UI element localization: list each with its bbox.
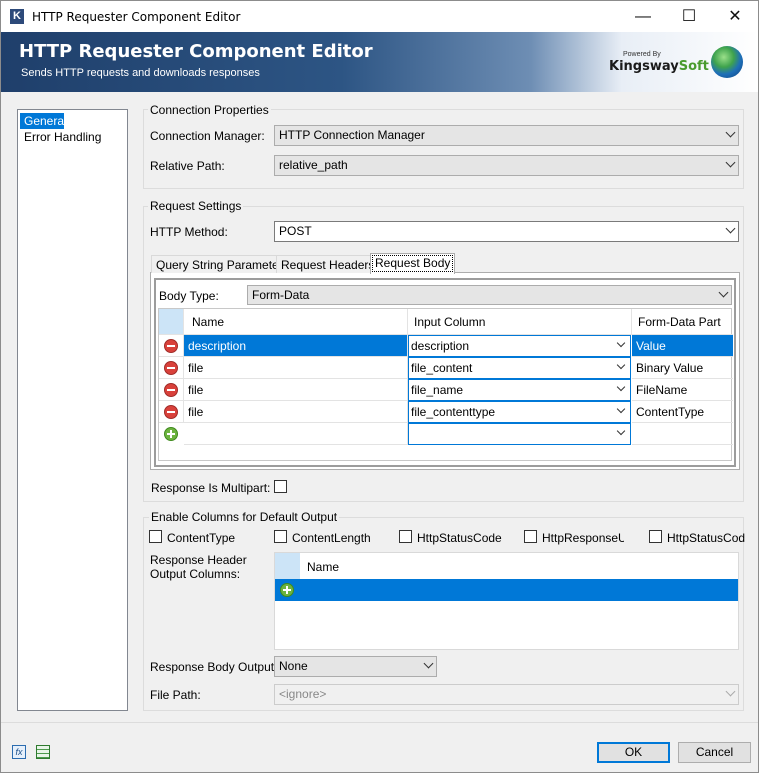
- grid-input-column-select-new[interactable]: [408, 423, 631, 445]
- window-title: HTTP Requester Component Editor: [32, 10, 241, 24]
- tab-request-headers[interactable]: Request Headers: [276, 255, 380, 273]
- file-path-label: File Path:: [150, 688, 201, 702]
- chevron-down-icon: [725, 686, 736, 697]
- minimize-button[interactable]: —: [620, 1, 666, 32]
- grid-cell-form-data-part[interactable]: FileName: [632, 379, 733, 401]
- sidebar-item-error-handling[interactable]: Error Handling: [20, 129, 125, 145]
- header-title: HTTP Requester Component Editor: [19, 41, 373, 62]
- grid-input-column-select[interactable]: file_name: [408, 379, 631, 401]
- grid-corner: [159, 309, 184, 335]
- header-subtitle: Sends HTTP requests and downloads respon…: [21, 67, 260, 79]
- chevron-down-icon: [725, 157, 736, 168]
- column-header-name[interactable]: Name: [184, 309, 408, 335]
- request-settings-label: Request Settings: [148, 199, 244, 213]
- grid-input-column-select[interactable]: file_content: [408, 357, 631, 379]
- tab-query-string-parameters[interactable]: Query String Parameters: [151, 255, 294, 273]
- connection-properties-group: [143, 109, 744, 189]
- row-delete-cell: [159, 379, 184, 401]
- editor-window: K HTTP Requester Component Editor — ☐ ✕ …: [0, 0, 759, 773]
- grid-cell-form-data-part-new[interactable]: [632, 423, 733, 445]
- column-header-input-column[interactable]: Input Column: [408, 309, 632, 335]
- content-type-label: ContentType: [167, 531, 236, 545]
- footer-divider: [1, 722, 758, 723]
- connection-manager-label: Connection Manager:: [150, 129, 265, 143]
- page-list: General Error Handling: [17, 109, 128, 711]
- chevron-down-icon: [725, 127, 736, 138]
- sidebar-item-general[interactable]: General: [20, 113, 67, 129]
- globe-icon: [711, 46, 743, 78]
- column-header-form-data-part[interactable]: Form-Data Part: [632, 309, 733, 335]
- grid-cell-form-data-part[interactable]: Value: [632, 335, 733, 357]
- response-header-grid: Name: [274, 552, 739, 650]
- column-header-name[interactable]: Name: [307, 560, 339, 574]
- body-type-label: Body Type:: [159, 289, 219, 303]
- header-banner: HTTP Requester Component Editor Sends HT…: [1, 32, 758, 92]
- form-data-grid: Name Input Column Form-Data Part descrip…: [158, 308, 733, 461]
- chevron-down-icon: [616, 382, 626, 392]
- http-response-url-checkbox[interactable]: [524, 530, 537, 543]
- response-multipart-checkbox[interactable]: [274, 480, 287, 493]
- http-method-select[interactable]: POST: [274, 221, 739, 242]
- response-header-label-line1: Response Header: [150, 553, 247, 567]
- tab-request-body[interactable]: Request Body: [370, 253, 456, 274]
- chevron-down-icon: [423, 658, 434, 669]
- file-path-select[interactable]: <ignore>: [274, 684, 739, 705]
- maximize-button[interactable]: ☐: [666, 1, 712, 32]
- add-row-icon[interactable]: [164, 427, 178, 441]
- chevron-down-icon: [616, 404, 626, 414]
- http-status-code-i-checkbox[interactable]: [649, 530, 662, 543]
- grid-corner: [275, 553, 300, 579]
- chevron-down-icon: [725, 223, 736, 234]
- response-header-label-line2: Output Columns:: [150, 567, 241, 581]
- cancel-button[interactable]: Cancel: [678, 742, 751, 763]
- add-row-icon[interactable]: [280, 583, 294, 597]
- content-length-label: ContentLength: [292, 531, 371, 545]
- content-type-checkbox[interactable]: [149, 530, 162, 543]
- http-response-url-label: HttpResponseUrl: [542, 531, 624, 545]
- relative-path-select[interactable]: relative_path: [274, 155, 739, 176]
- response-multipart-label: Response Is Multipart:: [151, 481, 271, 495]
- http-status-code-i-label: HttpStatusCodeI: [667, 531, 745, 545]
- ok-button[interactable]: OK: [597, 742, 670, 763]
- grid-cell-form-data-part[interactable]: Binary Value: [632, 357, 733, 379]
- grid-cell-name[interactable]: file: [184, 401, 408, 423]
- http-status-code-label: HttpStatusCode: [417, 531, 502, 545]
- grid-cell-name[interactable]: description: [184, 335, 408, 357]
- delete-row-icon[interactable]: [164, 339, 178, 353]
- content-length-checkbox[interactable]: [274, 530, 287, 543]
- close-button[interactable]: ✕: [712, 1, 758, 32]
- grid-cell-name-new[interactable]: [184, 423, 408, 445]
- grid-cell-name[interactable]: file: [184, 379, 408, 401]
- relative-path-label: Relative Path:: [150, 159, 225, 173]
- grid-cell-name[interactable]: file: [184, 357, 408, 379]
- header-grid-new-row[interactable]: [275, 579, 738, 601]
- http-status-code-checkbox[interactable]: [399, 530, 412, 543]
- http-method-label: HTTP Method:: [150, 225, 228, 239]
- chevron-down-icon: [616, 338, 626, 348]
- default-output-label: Enable Columns for Default Output: [149, 510, 340, 524]
- row-delete-cell: [159, 357, 184, 379]
- grid-input-column-select[interactable]: description: [408, 335, 631, 357]
- body-type-select[interactable]: Form-Data: [247, 285, 732, 305]
- grid-input-column-select[interactable]: file_contenttype: [408, 401, 631, 423]
- kingswaysoft-logo: Powered By KingswaySoft: [609, 51, 709, 74]
- connection-properties-label: Connection Properties: [148, 103, 271, 117]
- variables-icon[interactable]: [36, 745, 50, 759]
- row-delete-cell: [159, 401, 184, 423]
- title-bar: K HTTP Requester Component Editor — ☐ ✕: [1, 1, 758, 32]
- grid-cell-form-data-part[interactable]: ContentType: [632, 401, 733, 423]
- app-icon: K: [10, 9, 24, 24]
- response-body-output-label: Response Body Output:: [150, 660, 278, 674]
- chevron-down-icon: [616, 426, 626, 436]
- chevron-down-icon: [616, 360, 626, 370]
- chevron-down-icon: [718, 287, 729, 298]
- expression-icon[interactable]: fx: [12, 745, 26, 759]
- connection-manager-select[interactable]: HTTP Connection Manager: [274, 125, 739, 146]
- response-body-output-select[interactable]: None: [274, 656, 437, 677]
